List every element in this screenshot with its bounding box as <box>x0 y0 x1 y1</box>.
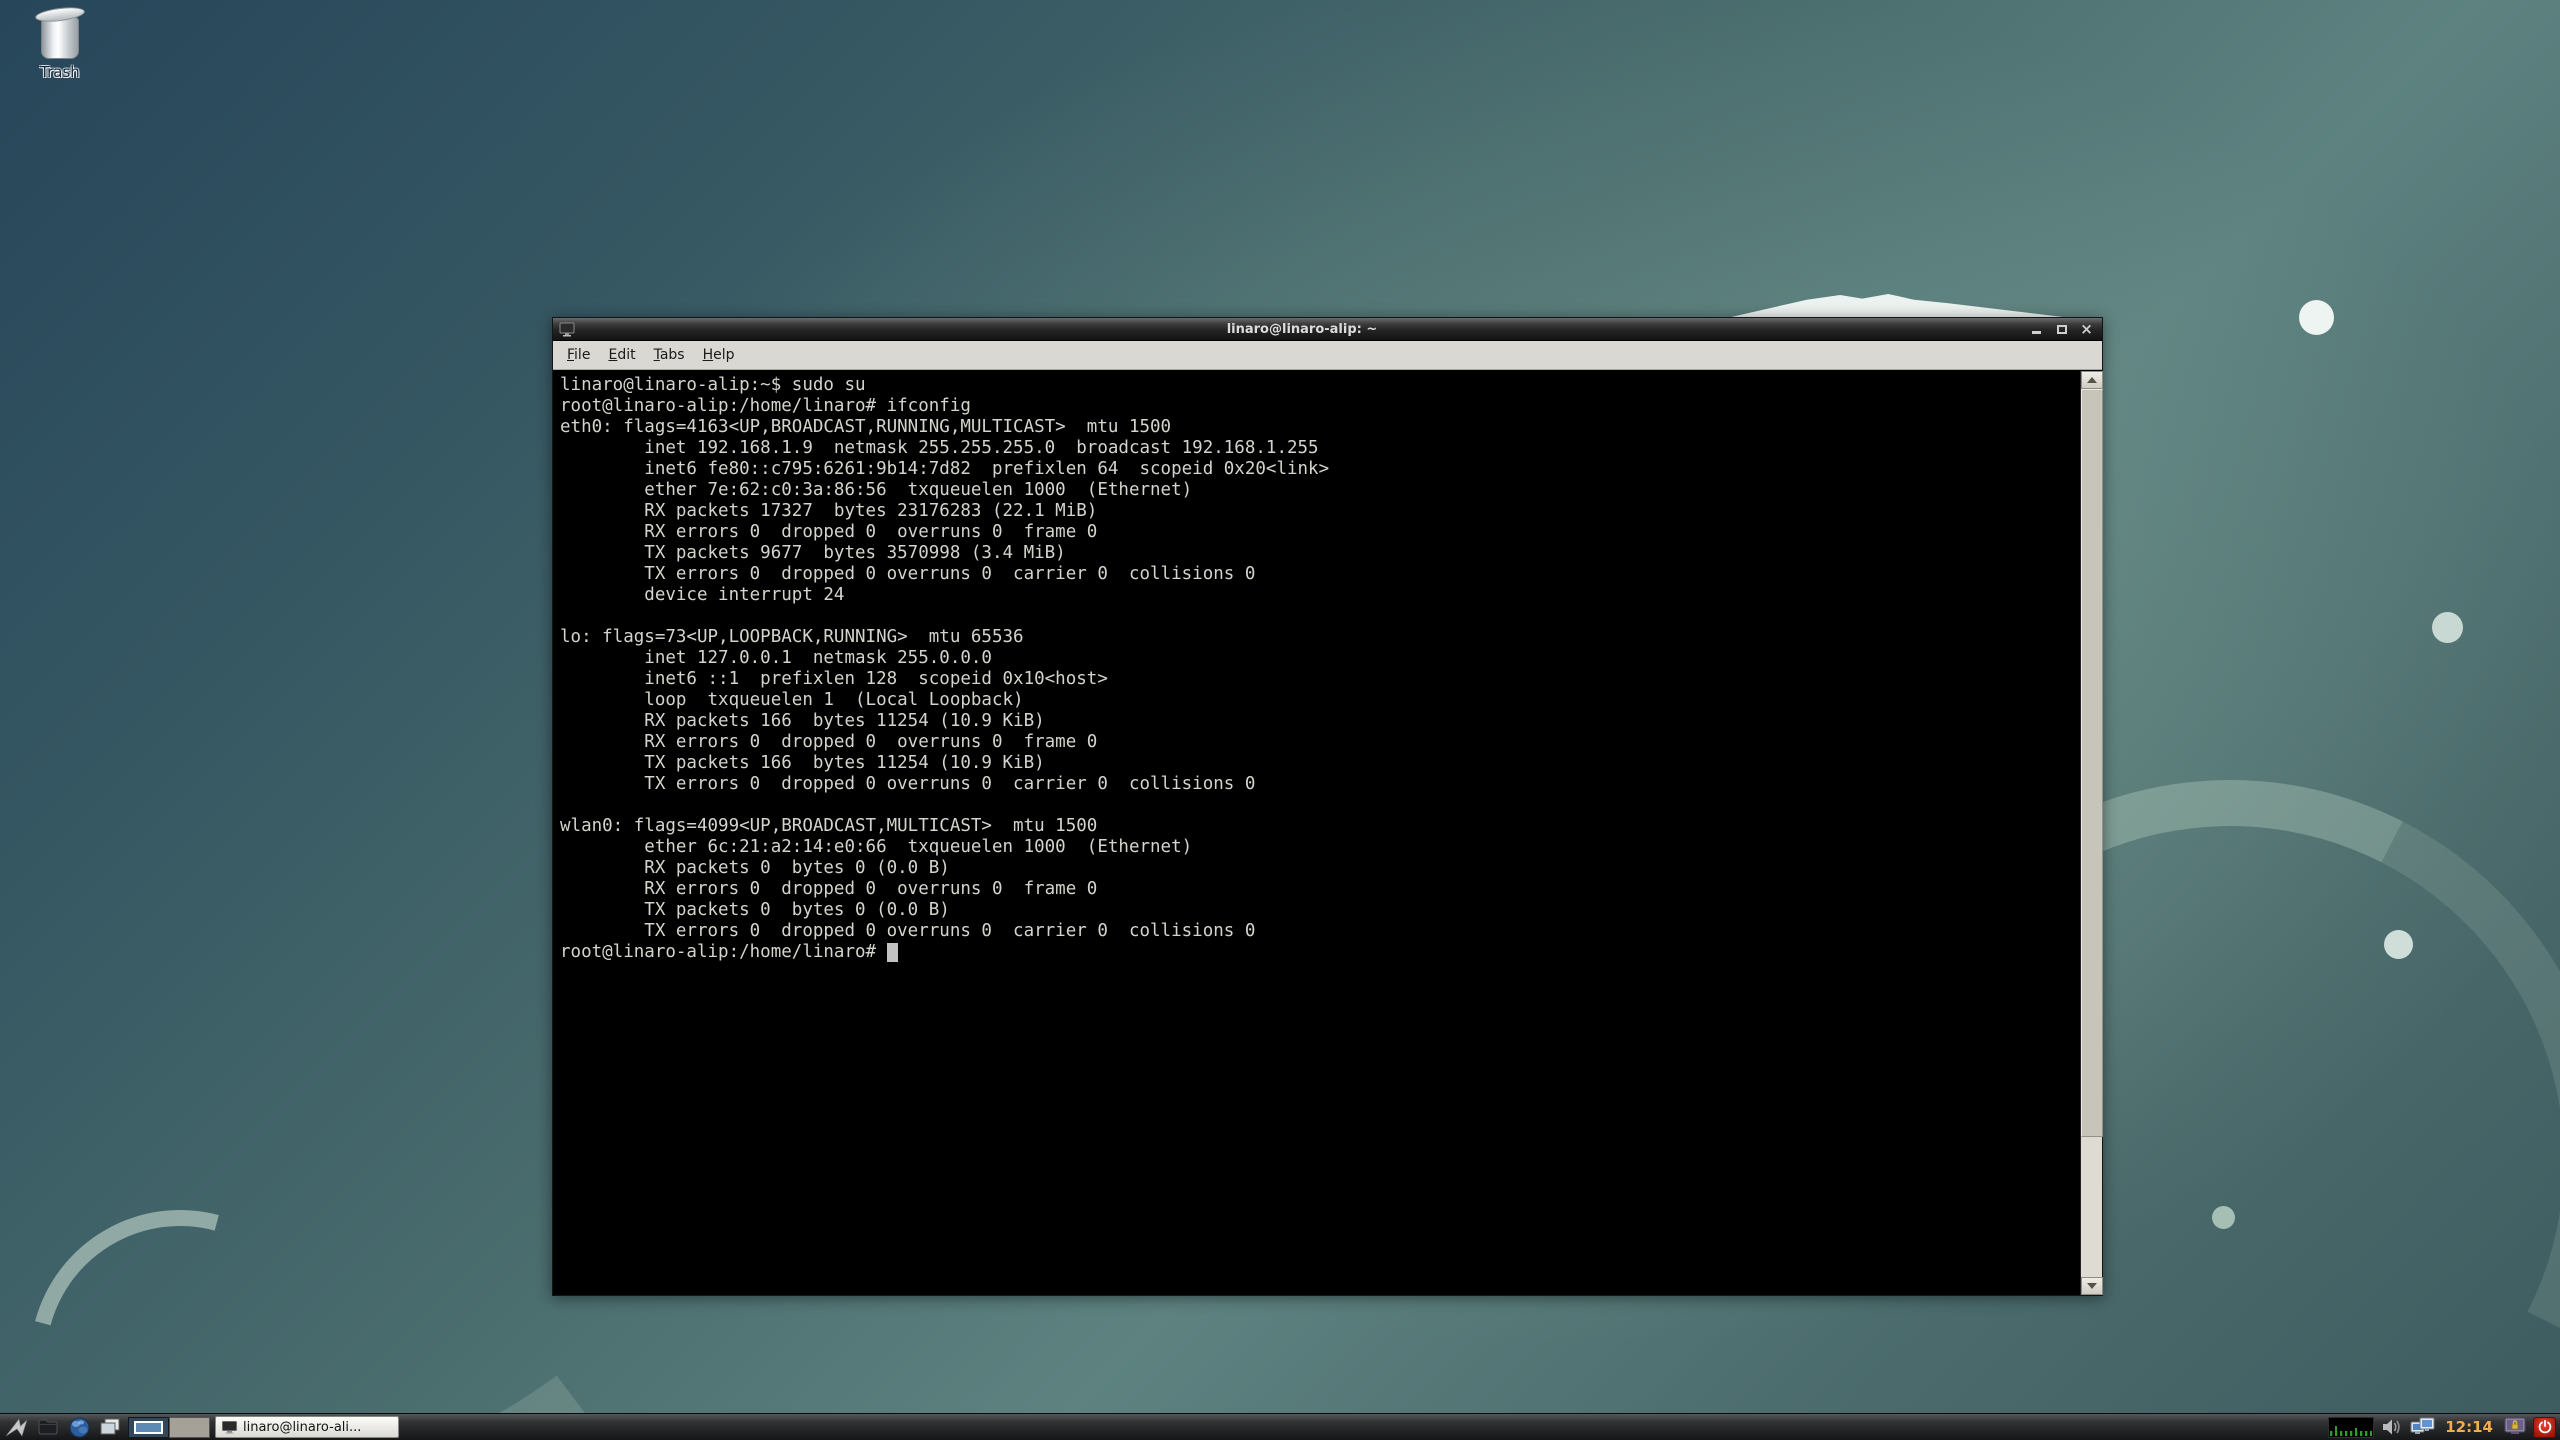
terminal-window: linaro@linaro-alip: ~ × File Edit Tabs H… <box>552 317 2103 1296</box>
taskbar: linaro@linaro-ali... <box>0 1413 2560 1440</box>
globe-icon <box>69 1417 90 1438</box>
menu-arrow-icon <box>5 1417 29 1437</box>
arrow-down-icon <box>2087 1283 2097 1289</box>
app-menu-button[interactable] <box>4 1416 30 1439</box>
terminal-cursor <box>887 943 898 962</box>
web-browser-button[interactable] <box>66 1416 92 1439</box>
screen-lock-button[interactable] <box>2502 1416 2528 1439</box>
wallpaper-circle <box>2432 612 2463 643</box>
minimize-icon <box>2032 331 2041 334</box>
wallpaper-circle <box>2299 300 2334 335</box>
cpu-usage-monitor[interactable] <box>2328 1417 2374 1438</box>
volume-button[interactable] <box>2379 1416 2405 1439</box>
window-titlebar[interactable]: linaro@linaro-alip: ~ × <box>553 318 2102 341</box>
clock[interactable]: 12:14 <box>2441 1418 2497 1436</box>
workspace-1-window <box>134 1421 163 1434</box>
workspace-2[interactable] <box>169 1417 210 1438</box>
wallpaper-circle <box>2212 1206 2235 1229</box>
trash-desktop-icon[interactable]: Trash <box>24 8 96 81</box>
cpu-graph-spike <box>2335 1426 2337 1436</box>
menubar: File Edit Tabs Help <box>553 341 2102 370</box>
task-button-terminal[interactable]: linaro@linaro-ali... <box>215 1416 399 1438</box>
minimize-button[interactable] <box>2029 322 2044 337</box>
close-icon: × <box>2080 323 2093 336</box>
workspace-pager <box>128 1417 210 1438</box>
close-button[interactable]: × <box>2079 322 2094 337</box>
arrow-up-icon <box>2087 377 2097 383</box>
power-icon <box>2538 1420 2552 1434</box>
menu-tabs[interactable]: Tabs <box>645 344 694 366</box>
scroll-up-button[interactable] <box>2081 371 2103 389</box>
menu-help[interactable]: Help <box>694 344 744 366</box>
terminal-prompt: root@linaro-alip:/home/linaro# <box>560 942 887 962</box>
network-monitors-icon <box>2410 1417 2436 1438</box>
scrollbar-thumb[interactable] <box>2081 389 2103 1137</box>
scroll-down-button[interactable] <box>2081 1277 2103 1295</box>
network-status-icon[interactable] <box>2410 1416 2436 1439</box>
file-manager-icon <box>37 1418 59 1436</box>
maximize-button[interactable] <box>2054 322 2069 337</box>
cpu-graph-spike <box>2355 1428 2357 1436</box>
menu-file[interactable]: File <box>558 344 599 366</box>
iconify-windows-icon <box>98 1417 122 1437</box>
speaker-icon <box>2381 1418 2403 1436</box>
task-button-label: linaro@linaro-ali... <box>243 1420 361 1435</box>
trash-label: Trash <box>24 63 96 81</box>
wallpaper-swirl <box>0 1155 385 1440</box>
logout-power-button[interactable] <box>2533 1417 2556 1438</box>
terminal-screen[interactable]: linaro@linaro-alip:~$ sudo su root@linar… <box>553 371 2080 1295</box>
terminal-output: linaro@linaro-alip:~$ sudo su root@linar… <box>560 375 2080 942</box>
file-manager-button[interactable] <box>35 1416 61 1439</box>
scrollbar-track[interactable] <box>2080 371 2102 1295</box>
menu-edit[interactable]: Edit <box>599 344 644 366</box>
desktop: Trash linaro@linaro-alip: ~ × File Edit … <box>0 0 2560 1440</box>
window-title: linaro@linaro-alip: ~ <box>575 322 2029 337</box>
terminal-window-icon <box>559 322 575 337</box>
screensaver-lock-icon <box>2504 1417 2526 1437</box>
task-window-icon <box>222 1421 237 1434</box>
wallpaper-circle <box>2384 930 2413 959</box>
terminal-prompt-line: root@linaro-alip:/home/linaro# <box>560 942 2080 963</box>
maximize-icon <box>2057 325 2067 334</box>
trash-can-icon <box>24 8 96 59</box>
workspace-1[interactable] <box>128 1417 169 1438</box>
show-desktop-button[interactable] <box>97 1416 123 1439</box>
